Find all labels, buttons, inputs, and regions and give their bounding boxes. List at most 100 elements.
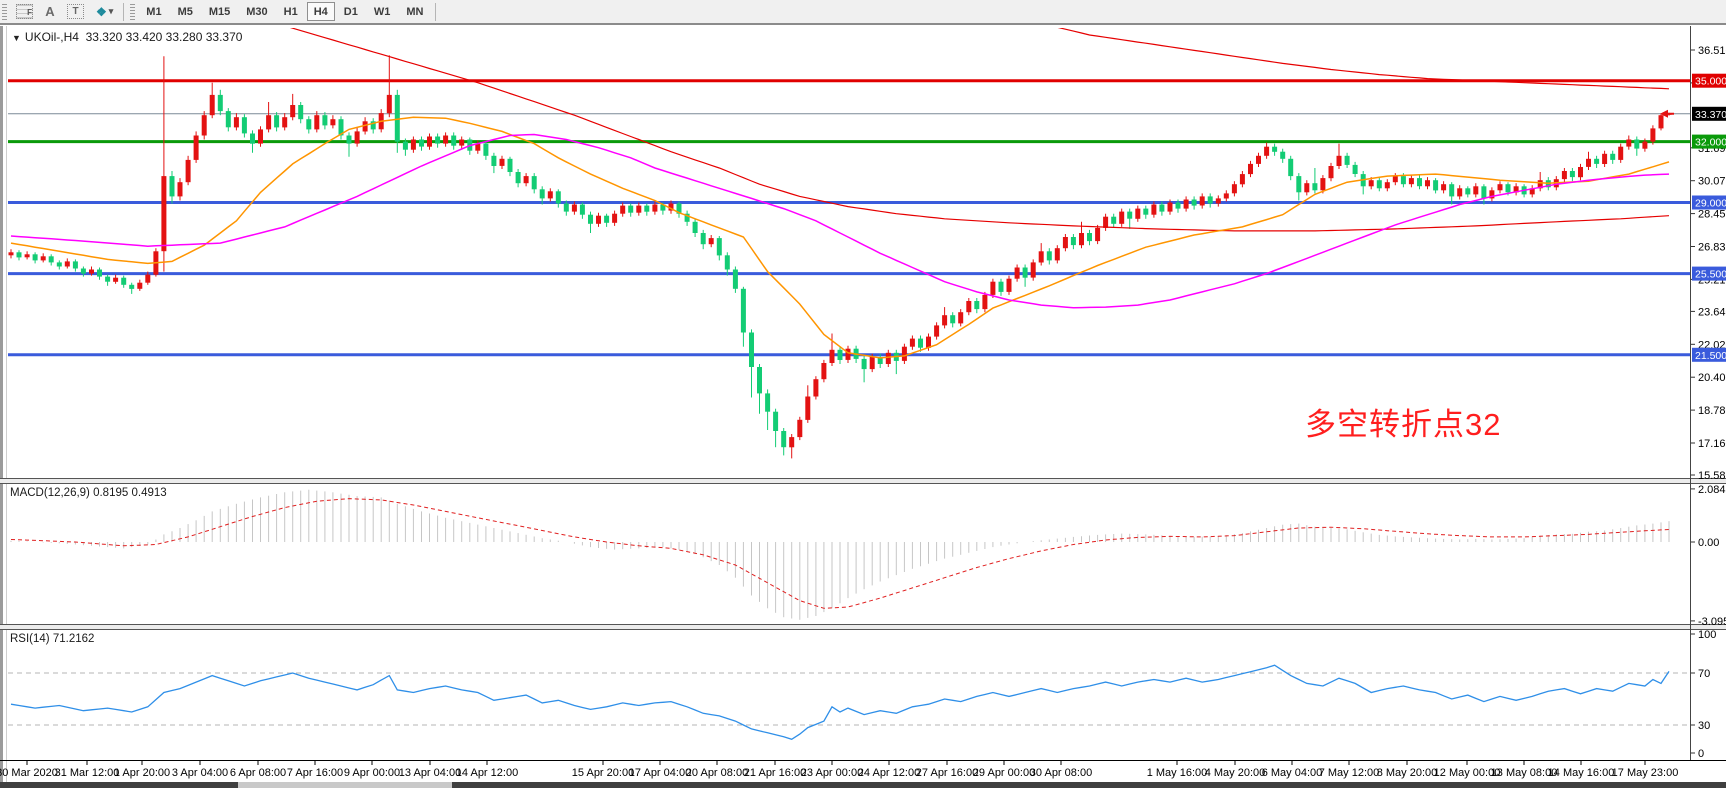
- timeframe-button-M1[interactable]: M1: [139, 2, 168, 21]
- candle: [57, 262, 62, 266]
- candle: [733, 270, 738, 289]
- template-button[interactable]: F: [11, 2, 38, 21]
- candle: [1256, 156, 1261, 164]
- macd-value: 0.8195: [93, 487, 128, 499]
- candle: [202, 115, 207, 135]
- candle: [1337, 156, 1342, 166]
- candle: [580, 205, 585, 215]
- price-level-label: 32.000: [1695, 137, 1726, 149]
- candle: [838, 350, 843, 360]
- arrow-a-icon: A: [45, 4, 54, 19]
- candle: [435, 137, 440, 144]
- timeframe-button-W1[interactable]: W1: [367, 2, 398, 21]
- candle: [1626, 140, 1631, 147]
- symbol-dropdown-icon[interactable]: ▼: [12, 33, 21, 43]
- candle: [572, 205, 577, 212]
- chart-title[interactable]: ▼UKOil-,H4 33.320 33.420 33.280 33.370: [12, 30, 242, 44]
- candle: [170, 176, 175, 196]
- candle: [644, 206, 649, 212]
- shapes-icon: ❖: [96, 5, 107, 19]
- candle: [1087, 233, 1092, 241]
- price-level-label: 25.500: [1695, 269, 1726, 281]
- text-t-icon: T: [67, 4, 84, 19]
- time-axis-label: 17 Apr 04:00: [629, 767, 691, 779]
- candle: [330, 119, 335, 125]
- time-axis-label: 29 Apr 00:00: [973, 767, 1035, 779]
- toolbar: F A T ❖▾ M1M5M15M30H1H4D1W1MN: [0, 0, 1726, 25]
- price-tick-label: 36.510: [1698, 45, 1726, 57]
- timeframe-button-MN[interactable]: MN: [399, 2, 430, 21]
- chevron-down-icon: ▾: [109, 6, 114, 17]
- shapes-tool-button[interactable]: ❖▾: [91, 2, 118, 21]
- candle: [1425, 180, 1430, 186]
- candle: [500, 159, 505, 166]
- candle: [1039, 251, 1044, 262]
- time-axis-label: 14 Apr 12:00: [456, 767, 518, 779]
- candle: [1602, 154, 1607, 164]
- candle: [1586, 159, 1591, 167]
- candle: [1272, 147, 1277, 152]
- time-axis-label: 6 Apr 08:00: [230, 767, 286, 779]
- candle: [145, 275, 150, 283]
- candle: [765, 393, 770, 411]
- candle: [1264, 147, 1269, 156]
- macd-axis-label: 2.084: [1698, 484, 1726, 496]
- time-axis-label: 17 May 23:00: [1612, 767, 1679, 779]
- candle: [186, 160, 191, 182]
- time-axis-label: 3 Apr 04:00: [172, 767, 228, 779]
- candle: [910, 339, 915, 347]
- timeframe-button-M30[interactable]: M30: [239, 2, 274, 21]
- candle: [1151, 205, 1156, 215]
- candle: [1127, 212, 1132, 219]
- candle: [620, 206, 625, 214]
- candle: [974, 301, 979, 309]
- text-label-tool-button[interactable]: T: [62, 2, 89, 21]
- candle: [999, 282, 1004, 292]
- time-axis-label: 23 Apr 00:00: [801, 767, 863, 779]
- candle: [1135, 209, 1140, 219]
- time-axis-label: 13 Apr 04:00: [399, 767, 461, 779]
- candle: [1465, 188, 1470, 194]
- candle: [1224, 193, 1229, 198]
- time-axis-label: 1 Apr 20:00: [114, 767, 170, 779]
- arrow-tool-button[interactable]: A: [40, 2, 60, 21]
- candle: [1473, 186, 1478, 194]
- rsi-axis-label: 0: [1698, 748, 1704, 760]
- timeframe-button-D1[interactable]: D1: [337, 2, 365, 21]
- time-axis-label: 20 Apr 08:00: [686, 767, 748, 779]
- price-tick-label: 17.160: [1698, 438, 1726, 450]
- timeframe-button-H4[interactable]: H4: [307, 2, 335, 21]
- candle: [693, 222, 698, 233]
- macd-indicator-label: MACD(12,26,9) 0.8195 0.4913: [10, 487, 167, 499]
- candle: [1562, 171, 1567, 179]
- candle: [1111, 217, 1116, 224]
- candle: [1385, 182, 1390, 188]
- macd-signal-value: 0.4913: [131, 487, 166, 499]
- candle: [1369, 180, 1374, 186]
- candle: [1288, 159, 1293, 176]
- candle: [1594, 159, 1599, 164]
- price-tick-label: 28.455: [1698, 209, 1726, 221]
- candle: [298, 105, 303, 119]
- timeframe-button-M5[interactable]: M5: [171, 2, 200, 21]
- ohlc-label: 33.320 33.420 33.280 33.370: [86, 30, 243, 44]
- candle: [113, 278, 118, 282]
- timeframe-button-M15[interactable]: M15: [202, 2, 237, 21]
- toolbar-drag-grip[interactable]: [2, 4, 7, 20]
- candle: [234, 117, 239, 127]
- candle: [97, 270, 102, 277]
- chart-surface[interactable]: 36.51034.89031.69530.07528.45526.83525.2…: [0, 0, 1726, 788]
- candle: [982, 295, 987, 309]
- candle: [1618, 147, 1623, 160]
- candle: [1433, 180, 1438, 190]
- candle: [950, 315, 955, 323]
- price-tick-label: 30.075: [1698, 176, 1726, 188]
- candle: [805, 397, 810, 420]
- candle: [830, 350, 835, 363]
- candle: [1329, 166, 1334, 178]
- candle: [387, 95, 392, 113]
- candle: [1007, 279, 1012, 292]
- timeframe-drag-grip[interactable]: [130, 4, 135, 20]
- candle: [821, 363, 826, 379]
- timeframe-button-H1[interactable]: H1: [277, 2, 305, 21]
